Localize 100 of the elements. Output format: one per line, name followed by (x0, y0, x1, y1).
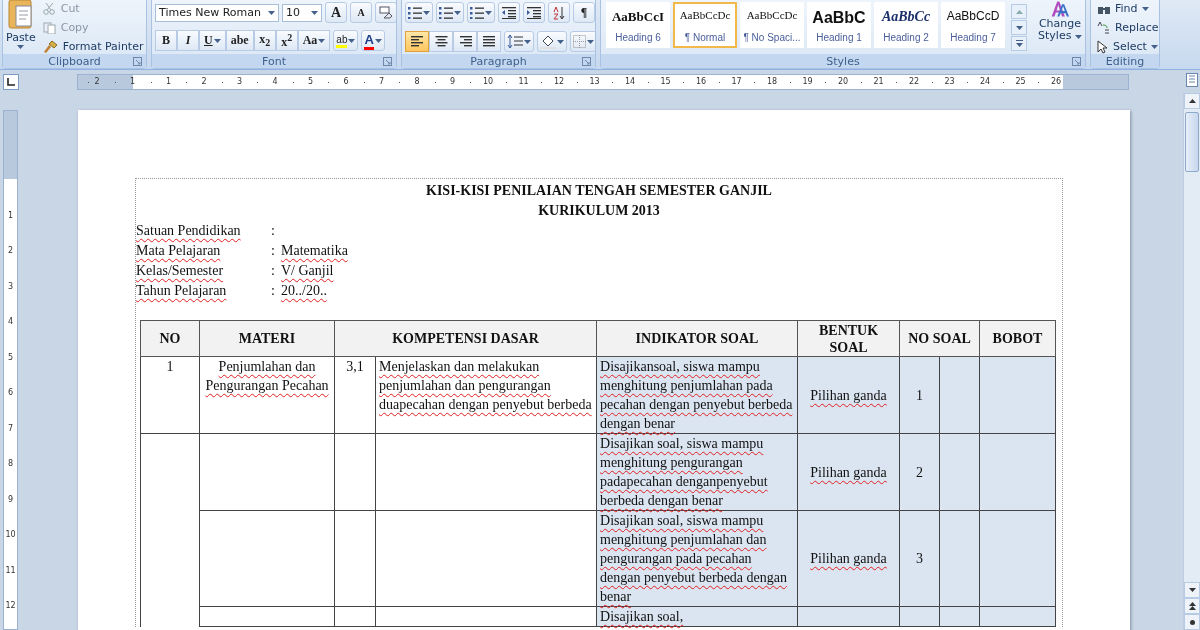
copy-icon (42, 21, 57, 34)
border-grid-icon (573, 35, 586, 48)
ruler-number: 10 (5, 530, 16, 539)
style-tile[interactable]: AaBbC Heading 1 (807, 2, 871, 48)
ruler-number: 4 (271, 77, 279, 86)
decrease-indent-icon (502, 6, 516, 19)
tab-stop-icon (7, 77, 15, 86)
up-arrow-icon (1188, 99, 1196, 103)
vertical-scrollbar[interactable] (1183, 93, 1200, 630)
ruler-number: 25 (1014, 77, 1027, 86)
ruler-number: 10 (482, 77, 494, 86)
vertical-ruler[interactable]: 1 2 3 4 5 6 7 8 9 10 11 12 (3, 110, 18, 630)
multilevel-list-button[interactable] (467, 2, 495, 23)
letter-a-icon (1050, 0, 1070, 18)
show-formatting-button[interactable]: ¶ (573, 2, 595, 23)
line-spacing-icon (507, 35, 523, 48)
ruler-number: 11 (5, 565, 16, 575)
decrease-indent-button[interactable] (498, 2, 520, 23)
field-label: Kelas/Semester (136, 263, 224, 278)
style-tile[interactable]: AaBbCcI Heading 6 (606, 2, 670, 48)
paintbrush-icon (42, 39, 59, 54)
pointer-icon (1097, 39, 1109, 54)
increase-indent-button[interactable] (523, 2, 545, 23)
column-header: MATERI (199, 320, 335, 357)
horizontal-ruler[interactable]: 2 1 1 2 3 4 5 6 7 8 9 10 11 12 13 14 15 16 17 18 19 20 21 22 23 24 25 26 (77, 73, 1129, 90)
more-icon (1015, 40, 1023, 47)
shading-button[interactable] (537, 31, 567, 52)
align-left-button[interactable] (405, 31, 429, 52)
sort-button[interactable] (548, 2, 570, 23)
ruler-number: 11 (517, 77, 530, 86)
caret-icon (485, 10, 492, 15)
font-color-button[interactable]: A (361, 30, 385, 51)
highlight-button[interactable]: ab (333, 30, 359, 51)
scroll-up-button[interactable] (1184, 93, 1200, 109)
grow-font-button[interactable]: A (325, 2, 347, 23)
strikethrough-button[interactable]: abe (225, 30, 254, 51)
change-case-button[interactable]: Aa (297, 30, 331, 51)
field-value: 20../20.. (281, 282, 327, 300)
previous-page-button[interactable] (1184, 598, 1200, 614)
style-tile[interactable]: AaBbCcDc ¶ No Spaci... (740, 2, 804, 48)
scroll-thumb[interactable] (1185, 112, 1199, 172)
change-styles-button[interactable]: Change Styles (1031, 0, 1085, 51)
align-justify-button[interactable] (477, 31, 501, 52)
ruler-number: 5 (306, 77, 315, 86)
replace-button[interactable]: Replace (1094, 19, 1159, 36)
align-center-icon (434, 36, 448, 47)
dialog-launcher-icon[interactable] (582, 56, 591, 66)
table-cell: Pilihan ganda (797, 433, 900, 511)
line-spacing-button[interactable] (504, 31, 534, 52)
ruler-number: 1 (7, 210, 14, 220)
align-center-button[interactable] (429, 31, 453, 52)
style-tile[interactable]: AaBbCc Heading 2 (874, 2, 938, 48)
caret-icon (524, 39, 531, 44)
colon: : (271, 242, 276, 260)
style-tile[interactable]: AaBbCcD Heading 7 (941, 2, 1005, 48)
scroll-down-button[interactable] (1184, 582, 1200, 598)
ruler-number: 18 (766, 77, 778, 86)
sort-icon (552, 5, 566, 20)
table-cell: Disajikan soal, (596, 606, 798, 627)
caret-icon (374, 38, 382, 43)
field-label: Satuan Pendidikan (136, 223, 241, 238)
style-tile[interactable]: AaBbCcDc ¶ Normal (673, 2, 737, 48)
column-header: BOBOT (979, 320, 1056, 357)
dialog-launcher-icon[interactable] (383, 56, 392, 66)
tab-selector-button[interactable] (3, 73, 19, 90)
italic-button[interactable]: I (177, 30, 199, 51)
clipboard-icon (7, 0, 34, 30)
more-styles-button[interactable] (1011, 36, 1027, 51)
subscript-button[interactable]: x$_{2}$ (253, 30, 276, 51)
dialog-launcher-icon[interactable] (133, 56, 142, 66)
ruler-number: 8 (413, 77, 421, 86)
caret-icon (423, 10, 430, 15)
ruler-number: 3 (235, 77, 244, 86)
align-right-button[interactable] (453, 31, 477, 52)
find-button[interactable]: Find (1094, 0, 1159, 17)
colon: : (271, 262, 276, 280)
clear-format-button[interactable] (375, 2, 396, 23)
paste-button[interactable]: Paste (6, 0, 36, 54)
borders-button[interactable] (570, 31, 595, 52)
bullets-button[interactable] (405, 2, 433, 23)
ruler-number: 23 (943, 77, 956, 86)
underline-button[interactable]: U (199, 30, 226, 51)
superscript-button[interactable]: x$^{2}$ (275, 30, 298, 51)
bold-button[interactable]: B (155, 30, 177, 51)
view-ruler-icon[interactable] (1186, 73, 1198, 87)
shrink-font-button[interactable]: A (350, 2, 372, 23)
dialog-launcher-icon[interactable] (1072, 56, 1081, 66)
document-title: KURIKULUM 2013 (537, 202, 661, 220)
format-painter-button[interactable]: Format Painter (39, 38, 146, 54)
ruler-number: 9 (448, 77, 457, 86)
numbering-button[interactable] (436, 2, 464, 23)
browse-object-button[interactable] (1184, 614, 1200, 630)
font-name-dropdown[interactable]: Times New Roman (155, 3, 279, 22)
scroll-down-button[interactable] (1011, 20, 1027, 35)
font-size-dropdown[interactable]: 10 (282, 3, 322, 22)
replace-icon (1097, 21, 1111, 34)
select-button[interactable]: Select (1094, 38, 1159, 54)
dot-icon (1189, 619, 1195, 625)
field-value: Matematika (281, 242, 348, 260)
align-justify-icon (482, 36, 496, 47)
